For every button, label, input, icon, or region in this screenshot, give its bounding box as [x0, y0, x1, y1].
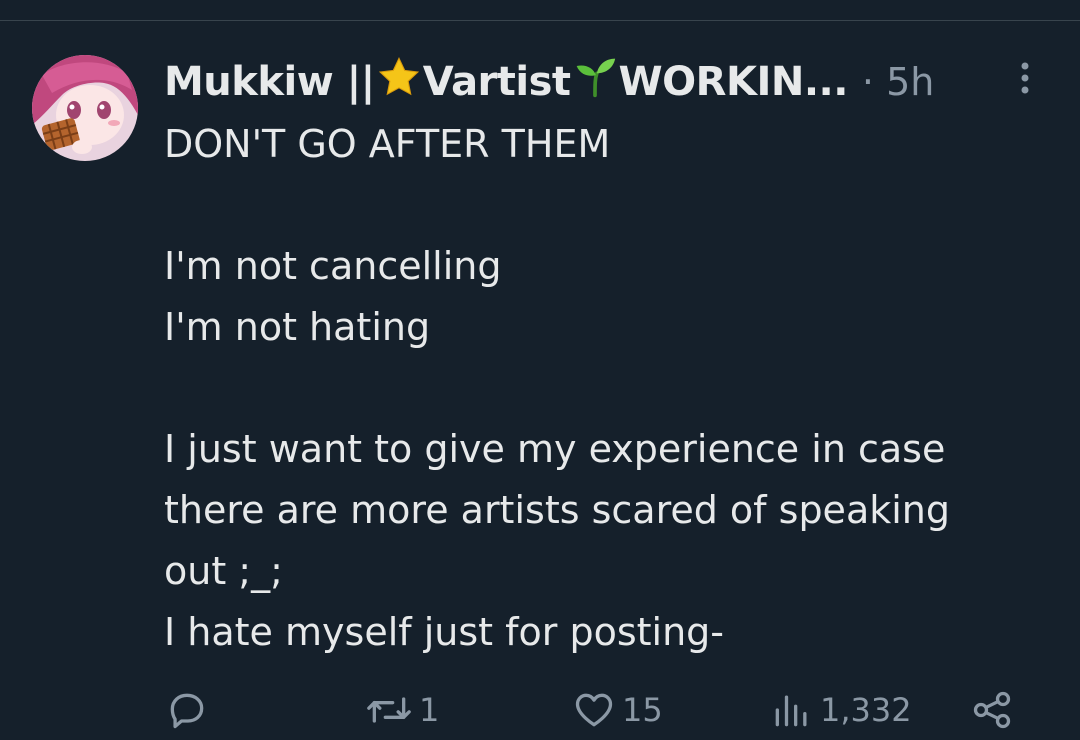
retweet-icon: [367, 697, 411, 723]
tweet-line: [164, 358, 1044, 419]
tweet-line: [164, 175, 1044, 236]
author-name-part-1: Mukkiw ||: [164, 59, 375, 105]
tweet-line: I'm not cancelling: [164, 244, 502, 288]
timestamp[interactable]: · 5h: [862, 60, 934, 104]
retweet-button[interactable]: 1: [365, 680, 439, 740]
views-count: 1,332: [820, 691, 912, 729]
author-name[interactable]: Mukkiw || Vartist WORKIN...: [164, 55, 848, 109]
more-options-button[interactable]: [1010, 58, 1040, 98]
like-count: 15: [622, 691, 663, 729]
top-divider: [0, 20, 1080, 21]
tweet-line: out ;_;: [164, 549, 283, 593]
tweet-line: DON'T GO AFTER THEM: [164, 122, 611, 166]
analytics-icon: [775, 695, 807, 727]
star-emoji-icon: [377, 55, 421, 109]
tweet-line: I'm not hating: [164, 305, 431, 349]
heart-icon: [575, 693, 613, 727]
retweet-count: 1: [419, 691, 440, 729]
avatar[interactable]: [32, 55, 138, 161]
share-icon: [973, 691, 1011, 729]
tweet-line: I just want to give my experience in cas…: [164, 427, 946, 471]
reply-icon: [170, 693, 204, 729]
views-button[interactable]: 1,332: [770, 680, 912, 740]
reply-button[interactable]: [165, 680, 209, 740]
seedling-emoji-icon: [573, 55, 617, 109]
tweet-line: I hate myself just for posting-: [164, 610, 724, 654]
like-button[interactable]: 15: [572, 680, 663, 740]
tweet-header: Mukkiw || Vartist WORKIN... · 5h: [164, 52, 934, 112]
share-button[interactable]: [970, 680, 1014, 740]
tweet-text: DON'T GO AFTER THEM I'm not cancelling I…: [164, 114, 1044, 663]
avatar-illustration: [32, 55, 138, 161]
more-vertical-icon: [1021, 62, 1029, 94]
tweet-line: there are more artists scared of speakin…: [164, 488, 950, 532]
author-name-part-2: Vartist: [422, 59, 571, 105]
tweet-actions: 1 15 1,332: [0, 680, 1080, 740]
author-name-part-3: WORKIN...: [618, 59, 849, 105]
